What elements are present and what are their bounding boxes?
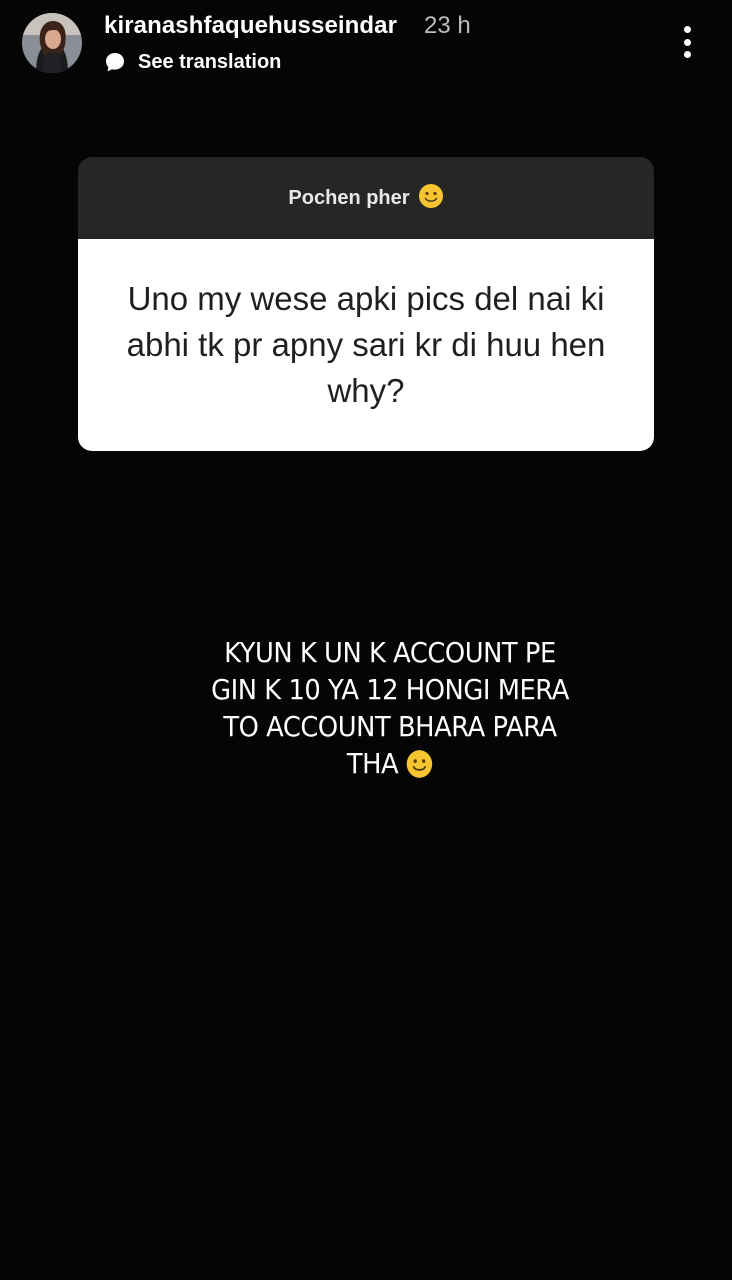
question-sticker[interactable]: Pochen pher Uno my wese apki pics del na…: [78, 157, 654, 451]
see-translation-link[interactable]: See translation: [104, 48, 281, 76]
answer-line-4-text: THA: [346, 747, 399, 780]
see-translation-label: See translation: [138, 50, 282, 73]
profile-avatar[interactable]: [22, 13, 82, 73]
question-sticker-body: Uno my wese apki pics del nai ki abhi tk…: [78, 239, 654, 451]
slightly-smiling-face-icon: [418, 183, 444, 214]
question-sticker-header: Pochen pher: [78, 157, 654, 239]
more-options-button[interactable]: [670, 22, 704, 62]
post-time: 23 h: [424, 12, 471, 39]
question-text: Uno my wese apki pics del nai ki abhi tk…: [126, 280, 606, 409]
avatar-image: [22, 13, 82, 73]
translate-bubble-icon: [104, 51, 126, 73]
answer-text-block: KYUN K UN K ACCOUNT PE GIN K 10 YA 12 HO…: [190, 634, 590, 784]
answer-line-3: TO ACCOUNT BHARA PARA: [223, 710, 557, 743]
vertical-dots-icon: [683, 26, 691, 33]
slightly-smiling-face-icon: [406, 747, 434, 784]
username[interactable]: kiranashfaquehusseindar: [104, 12, 397, 40]
story-header: kiranashfaquehusseindar 23 h See transla…: [0, 0, 732, 90]
answer-line-2: GIN K 10 YA 12 HONGI MERA: [211, 673, 569, 706]
answer-line-4: THA: [206, 745, 574, 784]
answer-line-1: KYUN K UN K ACCOUNT PE: [224, 636, 556, 669]
question-prompt: Pochen pher: [288, 186, 410, 209]
